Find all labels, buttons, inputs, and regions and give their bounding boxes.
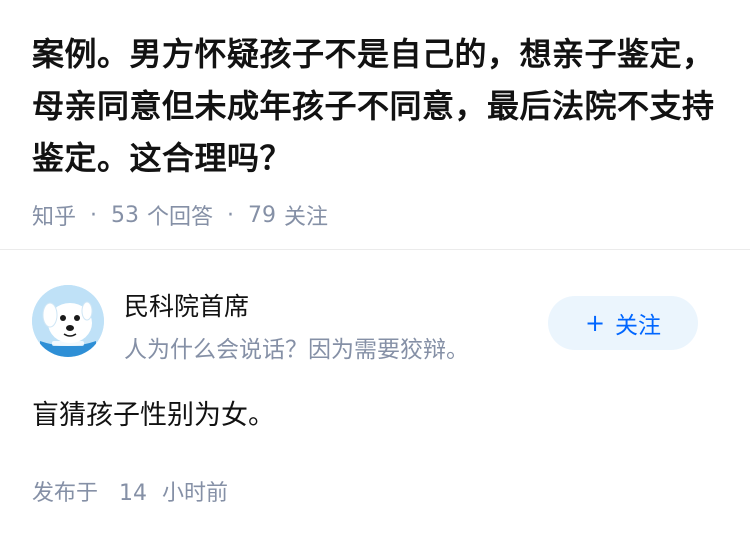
plus-icon: +	[584, 309, 606, 337]
section-divider	[0, 249, 750, 250]
answers-count: 53	[111, 202, 140, 228]
answer-page: 案例。男方怀疑孩子不是自己的，想亲子鉴定，母亲同意但未成年孩子不同意，最后法院不…	[0, 0, 750, 540]
question-meta: 知乎 · 53 个回答 · 79 关注	[32, 199, 722, 231]
followers-count: 79	[248, 202, 277, 228]
source-label: 知乎	[32, 205, 77, 230]
follow-button[interactable]: + 关注	[548, 296, 698, 350]
published-unit: 小时前	[162, 481, 229, 506]
followers-label: 关注	[284, 205, 329, 230]
follow-button-label: 关注	[615, 313, 662, 339]
author-name[interactable]: 民科院首席	[124, 287, 249, 323]
meta-separator: ·	[227, 202, 235, 228]
published-label: 发布于	[32, 481, 99, 506]
answer-content: 盲猜孩子性别为女。	[32, 400, 275, 431]
avatar[interactable]	[32, 285, 104, 357]
meta-separator: ·	[90, 202, 98, 228]
question-header: 案例。男方怀疑孩子不是自己的，想亲子鉴定，母亲同意但未成年孩子不同意，最后法院不…	[32, 28, 722, 231]
author-bio: 人为什么会说话？因为需要狡辩。	[124, 337, 469, 363]
author-card: 民科院首席 人为什么会说话？因为需要狡辩。 + 关注	[32, 285, 718, 365]
answers-label: 个回答	[147, 205, 214, 230]
publish-time: 发布于 14 小时前	[32, 475, 228, 507]
cartoon-dog-avatar-icon	[32, 285, 104, 357]
question-title[interactable]: 案例。男方怀疑孩子不是自己的，想亲子鉴定，母亲同意但未成年孩子不同意，最后法院不…	[32, 28, 722, 184]
published-number: 14	[119, 481, 148, 506]
